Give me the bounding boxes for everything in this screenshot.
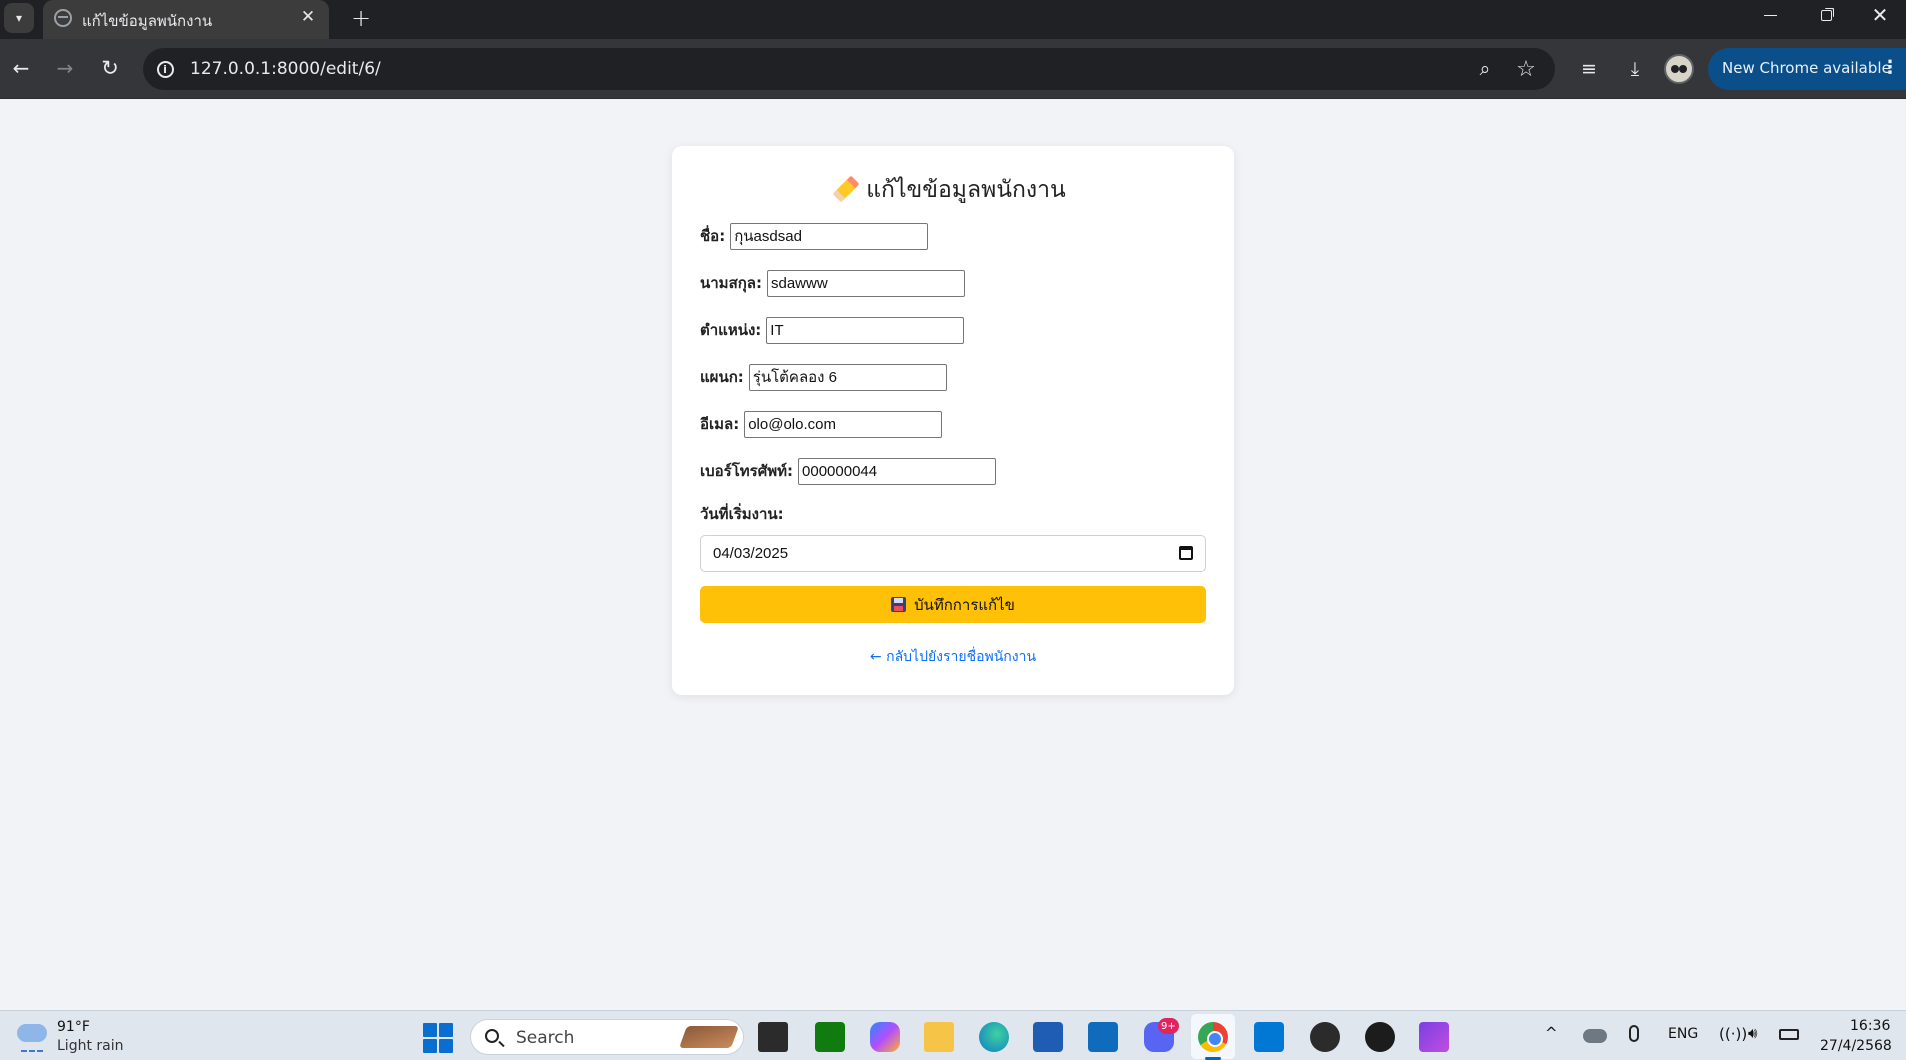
- kebab-menu-icon[interactable]: ⋮: [1881, 57, 1899, 78]
- department-input[interactable]: [748, 363, 947, 391]
- start-date-value[interactable]: 04/03/2025: [713, 545, 788, 562]
- first-name-label: ชื่อ:: [700, 227, 726, 245]
- taskbar: 91°F Light rain Search 9+ ^ ENG ((·)) 🔊︎…: [0, 1010, 1906, 1060]
- new-tab-button[interactable]: +: [346, 3, 376, 33]
- phone-input[interactable]: [798, 457, 997, 485]
- search-highlight-image: [678, 1026, 740, 1048]
- info-icon[interactable]: i: [151, 55, 179, 83]
- browser-tab[interactable]: แก้ไขข้อมูลพนักงาน ✕: [43, 0, 329, 39]
- weather-desc: Light rain: [57, 1038, 124, 1054]
- save-button-label: บันทึกการแก้ไข: [914, 596, 1015, 614]
- email-row: อีเมล:: [700, 410, 943, 438]
- media-control-icon[interactable]: ≡: [1574, 54, 1604, 84]
- edit-employee-card: แก้ไขข้อมูลพนักงาน ชื่อ: นามสกุล: ตำแหน่…: [672, 146, 1234, 695]
- clock-time[interactable]: 16:36: [1850, 1018, 1890, 1034]
- browser-toolbar: ← → ↻ i 127.0.0.1:8000/edit/6/ ⌕ ☆ ≡ ⤓ N…: [0, 39, 1906, 99]
- microphone-icon[interactable]: [1629, 1025, 1639, 1042]
- vscode-icon[interactable]: [1254, 1022, 1284, 1052]
- media-player-icon[interactable]: [1365, 1022, 1395, 1052]
- back-to-list-link[interactable]: ← กลับไปยังรายชื่อพนักงาน: [672, 646, 1234, 668]
- email-input[interactable]: [744, 410, 943, 438]
- chevron-down-icon[interactable]: ▾: [4, 3, 34, 33]
- arrow-right-icon[interactable]: →: [48, 51, 82, 85]
- outlook-icon[interactable]: [1088, 1022, 1118, 1052]
- clock-date[interactable]: 27/4/2568: [1820, 1038, 1892, 1054]
- avatar[interactable]: [1664, 54, 1694, 84]
- volume-icon[interactable]: 🔊︎: [1748, 1024, 1757, 1042]
- globe-icon: [54, 9, 72, 27]
- arrow-left-icon[interactable]: ←: [4, 51, 38, 85]
- notification-badge: 9+: [1158, 1018, 1179, 1034]
- calendar-icon[interactable]: [1179, 546, 1193, 560]
- maximize-button[interactable]: [1798, 0, 1854, 30]
- clapper-icon[interactable]: [1419, 1022, 1449, 1052]
- new-chrome-available-button[interactable]: New Chrome available ⋮: [1708, 48, 1906, 90]
- browser-tab-strip: ▾ แก้ไขข้อมูลพนักงาน ✕ + ✕: [0, 0, 1906, 39]
- page-title: แก้ไขข้อมูลพนักงาน: [672, 172, 1234, 208]
- chrome-icon[interactable]: [1198, 1022, 1228, 1052]
- close-icon[interactable]: ✕: [297, 6, 319, 28]
- store-icon[interactable]: [1033, 1022, 1063, 1052]
- battery-icon[interactable]: [1779, 1029, 1799, 1040]
- taskbar-search[interactable]: Search: [470, 1019, 744, 1055]
- position-input[interactable]: [766, 316, 965, 344]
- start-date-label: วันที่เริ่มงาน:: [700, 505, 784, 523]
- zoom-icon[interactable]: ⌕: [1472, 56, 1498, 82]
- windows-start-icon[interactable]: [423, 1023, 453, 1053]
- wifi-icon[interactable]: ((·)): [1719, 1025, 1747, 1043]
- download-icon[interactable]: ⤓: [1620, 54, 1650, 84]
- last-name-label: นามสกุล:: [700, 274, 762, 292]
- window-close-button[interactable]: ✕: [1852, 0, 1906, 30]
- minimize-button[interactable]: [1742, 0, 1798, 30]
- search-icon: [485, 1029, 499, 1043]
- phone-row: เบอร์โทรศัพท์:: [700, 457, 997, 485]
- task-view-icon[interactable]: [758, 1022, 788, 1052]
- rain-cloud-icon: [17, 1024, 47, 1052]
- star-icon[interactable]: ☆: [1513, 56, 1539, 82]
- first-name-input[interactable]: [730, 222, 929, 250]
- position-label: ตำแหน่ง:: [700, 321, 762, 339]
- chevron-up-icon[interactable]: ^: [1545, 1024, 1558, 1042]
- department-row: แผนก:: [700, 363, 947, 391]
- onedrive-icon[interactable]: [1583, 1029, 1607, 1043]
- pencil-icon: [832, 175, 860, 203]
- email-label: อีเมล:: [700, 415, 740, 433]
- department-label: แผนก:: [700, 368, 744, 386]
- url-text[interactable]: 127.0.0.1:8000/edit/6/: [190, 59, 381, 79]
- edge-icon[interactable]: [979, 1022, 1009, 1052]
- xbox-icon[interactable]: [815, 1022, 845, 1052]
- floppy-disk-icon: [891, 597, 907, 612]
- last-name-row: นามสกุล:: [700, 269, 965, 297]
- address-bar[interactable]: i 127.0.0.1:8000/edit/6/ ⌕ ☆: [143, 48, 1555, 90]
- last-name-input[interactable]: [767, 269, 965, 297]
- save-button[interactable]: บันทึกการแก้ไข: [700, 586, 1206, 623]
- tab-title: แก้ไขข้อมูลพนักงาน: [82, 12, 213, 30]
- search-placeholder: Search: [516, 1028, 575, 1048]
- copilot-icon[interactable]: [870, 1022, 900, 1052]
- position-row: ตำแหน่ง:: [700, 316, 965, 344]
- update-label: New Chrome available: [1722, 59, 1891, 77]
- file-explorer-icon[interactable]: [924, 1022, 954, 1052]
- language-indicator[interactable]: ENG: [1668, 1026, 1698, 1042]
- first-name-row: ชื่อ:: [700, 222, 929, 250]
- reload-icon[interactable]: ↻: [93, 51, 127, 85]
- page-title-text: แก้ไขข้อมูลพนักงาน: [866, 177, 1066, 203]
- start-date-input[interactable]: 04/03/2025: [700, 535, 1206, 572]
- phone-label: เบอร์โทรศัพท์:: [700, 462, 794, 480]
- obs-icon[interactable]: [1310, 1022, 1340, 1052]
- weather-temp: 91°F: [57, 1019, 90, 1035]
